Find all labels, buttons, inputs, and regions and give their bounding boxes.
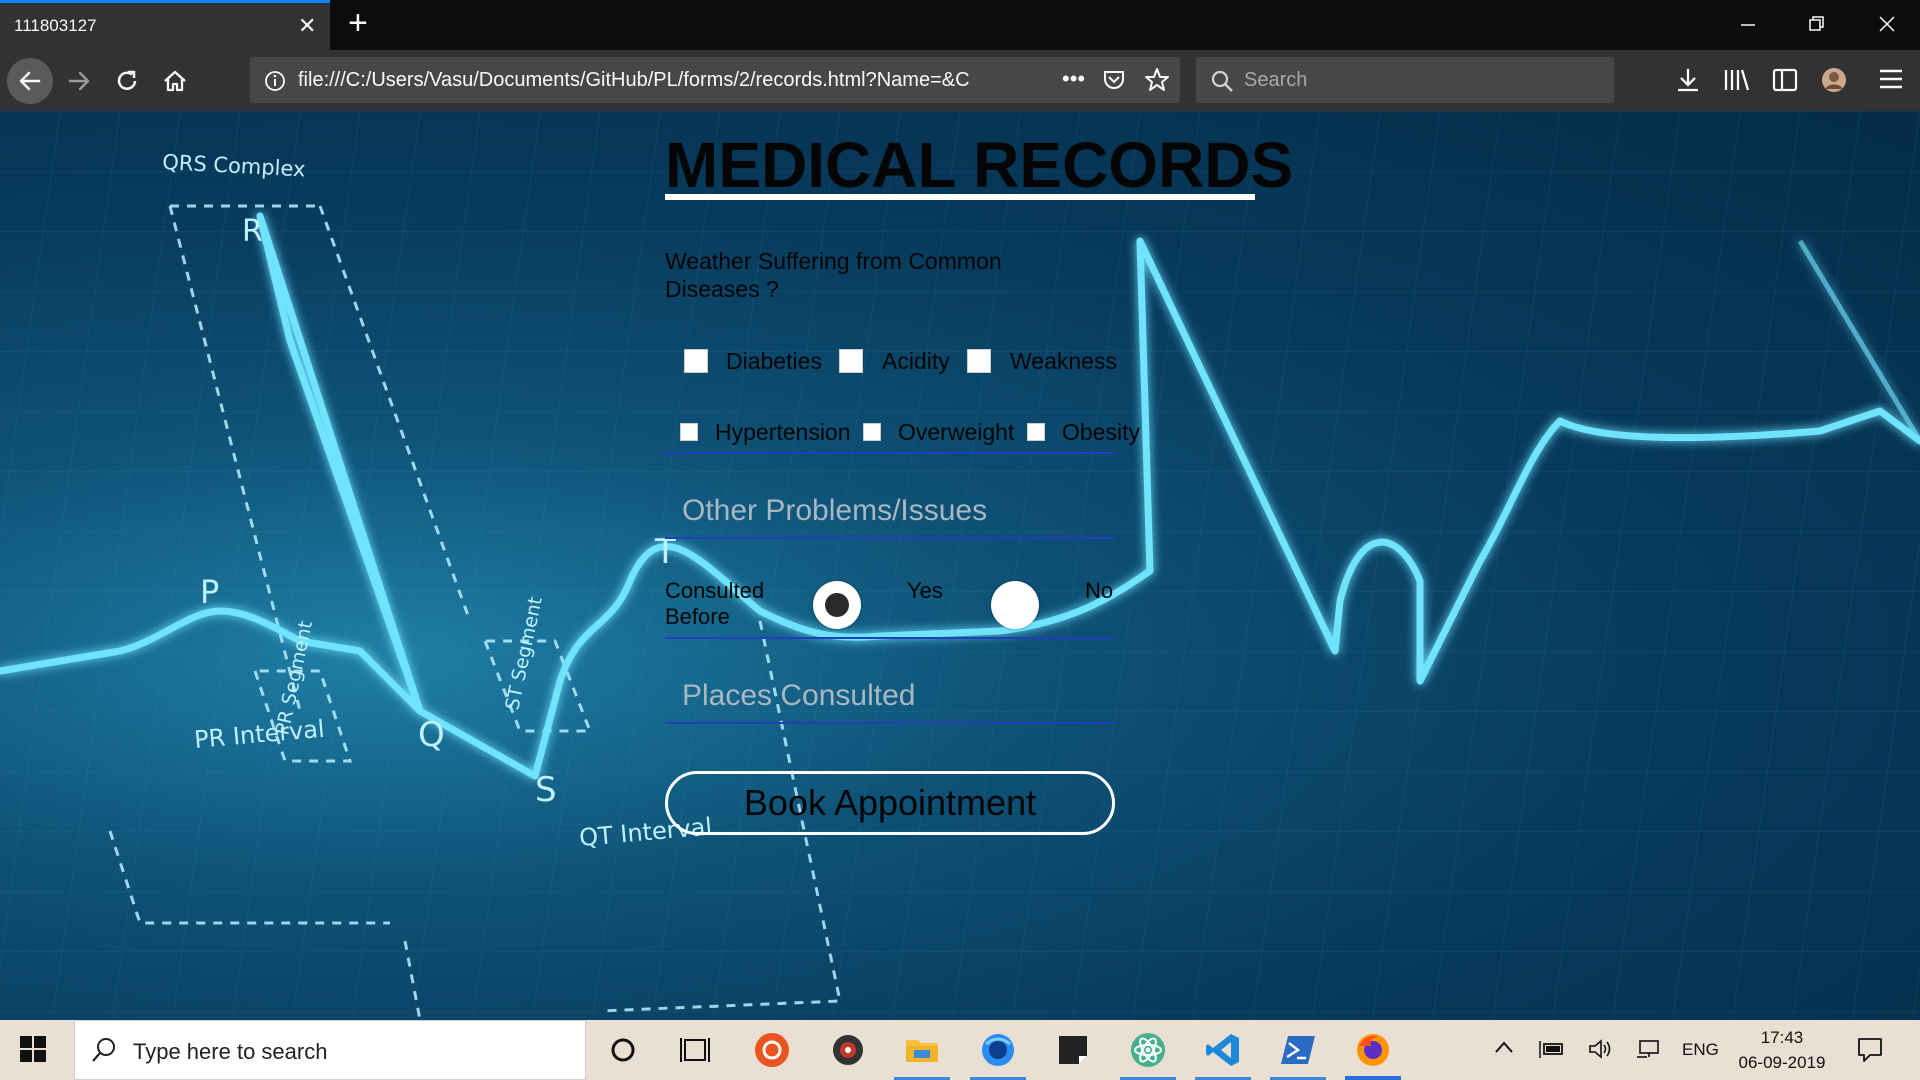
checkbox-diabeties[interactable] xyxy=(684,349,708,373)
sticky-notes-icon[interactable] xyxy=(1055,1032,1091,1068)
search-icon xyxy=(1211,70,1233,92)
checkbox-acidity[interactable] xyxy=(839,349,863,373)
page-title: MEDICAL RECORDS xyxy=(665,129,1294,201)
reload-button[interactable] xyxy=(104,58,150,104)
forward-button[interactable] xyxy=(56,58,102,104)
ecg-label-s: S xyxy=(535,770,557,810)
consulted-label-line1: Consulted xyxy=(665,578,765,603)
language-indicator[interactable]: ENG xyxy=(1682,1040,1719,1060)
ecg-label-p: P xyxy=(200,573,219,611)
radio-no[interactable] xyxy=(991,581,1039,629)
page-viewport: QRS Complex R P Q S T PR Interval QT Int… xyxy=(0,111,1920,1020)
other-problems-underline xyxy=(665,537,1115,539)
windows-taskbar: Type here to search ENG 17:43 06-09-2019 xyxy=(0,1020,1920,1080)
home-button[interactable] xyxy=(152,58,198,104)
firefox-icon[interactable] xyxy=(1355,1032,1391,1068)
cortana-icon[interactable] xyxy=(605,1032,641,1068)
task-view-icon[interactable] xyxy=(677,1032,713,1068)
browser-tab[interactable]: 111803127 ✕ xyxy=(0,0,330,50)
checkbox-hypertension[interactable] xyxy=(680,423,698,441)
minimize-icon[interactable] xyxy=(1740,18,1756,32)
checkbox-label-hypertension: Hypertension xyxy=(715,419,851,445)
taskbar-search-text: Type here to search xyxy=(133,1039,328,1064)
bookmark-star-icon[interactable] xyxy=(1144,67,1170,93)
checkbox-label-obesity: Obesity xyxy=(1062,419,1140,445)
ecg-label-r: R xyxy=(242,214,263,249)
url-bar[interactable]: file:///C:/Users/Vasu/Documents/GitHub/P… xyxy=(250,57,1180,103)
powershell-icon[interactable] xyxy=(1280,1032,1316,1068)
checkbox-obesity[interactable] xyxy=(1027,423,1045,441)
tab-title: 111803127 xyxy=(14,16,97,35)
checkbox-weakness[interactable] xyxy=(967,349,991,373)
checkbox-label-acidity: Acidity xyxy=(882,348,950,374)
places-consulted-input[interactable] xyxy=(665,671,1115,721)
back-arrow-icon xyxy=(19,71,41,91)
restore-icon[interactable] xyxy=(1808,15,1826,33)
checkbox-label-diabeties: Diabeties xyxy=(726,348,822,374)
camera-app-icon[interactable] xyxy=(830,1032,866,1068)
windows-start-icon[interactable] xyxy=(20,1036,48,1064)
atom-editor-icon[interactable] xyxy=(1130,1032,1166,1068)
search-placeholder: Search xyxy=(1244,69,1308,91)
close-window-icon[interactable] xyxy=(1878,15,1896,33)
consulted-before-label: Consulted Before xyxy=(665,578,764,630)
forward-arrow-icon xyxy=(68,71,90,91)
checkbox-label-overweight: Overweight xyxy=(898,419,1015,445)
browser-search-bar[interactable]: Search xyxy=(1196,57,1614,103)
radio-label-no: No xyxy=(1085,578,1114,603)
reload-icon xyxy=(117,70,137,90)
radio-selected-dot xyxy=(825,593,849,617)
library-icon[interactable] xyxy=(1723,67,1751,93)
home-icon xyxy=(164,70,186,92)
firefox-developer-icon[interactable] xyxy=(980,1032,1016,1068)
tab-close-icon[interactable]: ✕ xyxy=(298,13,316,39)
consulted-underline xyxy=(665,637,1115,639)
consulted-label-line2: Before xyxy=(665,604,730,629)
book-appointment-button[interactable]: Book Appointment xyxy=(665,771,1115,835)
checkbox-group-underline xyxy=(665,452,1115,454)
places-consulted-underline xyxy=(665,722,1115,724)
tray-overflow-chevron-icon[interactable] xyxy=(1494,1040,1514,1054)
taskbar-search-icon xyxy=(92,1038,115,1062)
downloads-icon[interactable] xyxy=(1675,67,1701,93)
network-icon[interactable] xyxy=(1635,1037,1661,1061)
file-explorer-icon[interactable] xyxy=(904,1032,940,1068)
checkbox-overweight[interactable] xyxy=(863,423,881,441)
taskbar-search-box[interactable]: Type here to search xyxy=(74,1020,586,1080)
clock-time[interactable]: 17:43 xyxy=(1738,1028,1826,1048)
diseases-question: Weather Suffering from Common Diseases ? xyxy=(665,248,1002,302)
hamburger-menu-icon[interactable] xyxy=(1878,68,1904,90)
url-text[interactable]: file:///C:/Users/Vasu/Documents/GitHub/P… xyxy=(298,69,1068,92)
battery-icon[interactable] xyxy=(1538,1038,1564,1060)
pocket-icon[interactable] xyxy=(1102,68,1126,92)
account-avatar-icon[interactable] xyxy=(1820,66,1848,94)
title-underline xyxy=(665,194,1255,200)
back-button[interactable] xyxy=(7,58,53,104)
active-indicator-firefox xyxy=(1345,1076,1401,1080)
notifications-icon[interactable] xyxy=(1856,1036,1884,1064)
ecg-label-q: Q xyxy=(418,715,445,755)
page-actions-menu-icon[interactable]: ••• xyxy=(1062,66,1085,92)
checkbox-label-weakness: Weakness xyxy=(1010,348,1117,374)
vscode-icon[interactable] xyxy=(1205,1032,1241,1068)
radio-label-yes: Yes xyxy=(907,578,943,603)
clock-date[interactable]: 06-09-2019 xyxy=(1738,1053,1826,1073)
volume-icon[interactable] xyxy=(1587,1037,1613,1061)
ubuntu-icon[interactable] xyxy=(754,1032,790,1068)
browser-toolbar: file:///C:/Users/Vasu/Documents/GitHub/P… xyxy=(0,50,1920,111)
new-tab-button[interactable]: + xyxy=(348,4,368,43)
radio-yes[interactable] xyxy=(813,581,861,629)
browser-tab-strip: 111803127 ✕ + xyxy=(0,0,1920,50)
other-problems-input[interactable] xyxy=(665,486,1115,536)
sidebar-icon[interactable] xyxy=(1772,67,1798,93)
info-icon[interactable] xyxy=(264,70,286,92)
